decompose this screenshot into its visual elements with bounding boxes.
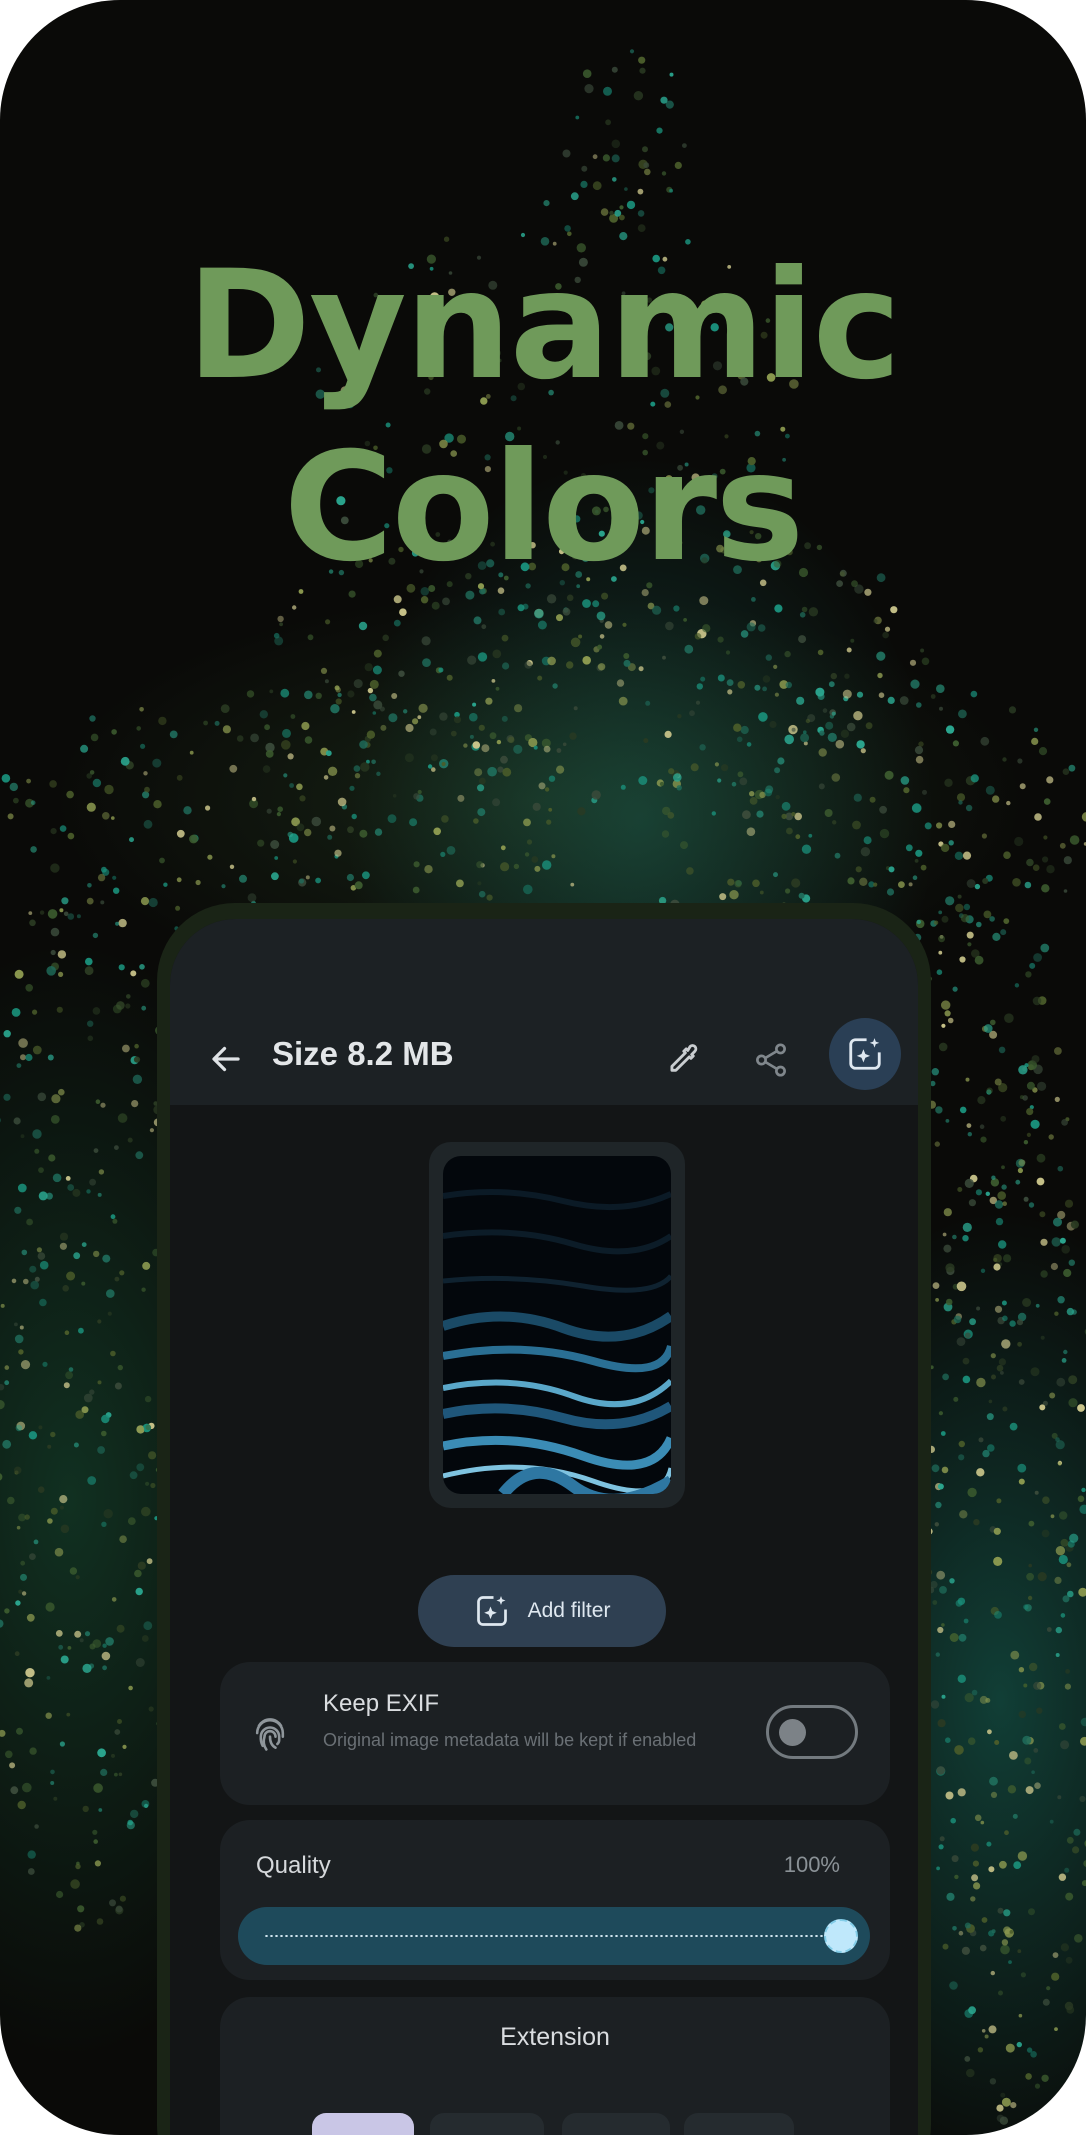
phone-frame: Size 8.2 MB Add filter Keep EXIF Origina… [157, 903, 931, 2135]
share-button[interactable] [742, 1031, 800, 1089]
toggle-knob [779, 1719, 806, 1746]
extension-option-chip[interactable] [312, 2113, 414, 2135]
extension-option-chip[interactable] [684, 2113, 794, 2135]
quality-slider[interactable] [238, 1907, 870, 1965]
add-filter-top-button[interactable] [829, 1018, 901, 1090]
promo-background: Dynamic Colors Size 8.2 MB Add filter Ke… [0, 0, 1086, 2135]
extension-option-chip[interactable] [562, 2113, 670, 2135]
keep-exif-title: Keep EXIF [323, 1690, 440, 1717]
share-icon [756, 1043, 786, 1077]
keep-exif-card[interactable]: Keep EXIF Original image metadata will b… [220, 1662, 890, 1805]
top-app-bar: Size 8.2 MB [170, 919, 918, 1105]
headline-line-1: Dynamic [186, 239, 902, 413]
fingerprint-icon [255, 1718, 285, 1751]
quality-value: 100% [783, 1852, 840, 1877]
quality-label: Quality [256, 1852, 331, 1879]
arrow-left-icon [212, 1046, 240, 1072]
keep-exif-subtitle: Original image metadata will be kept if … [323, 1730, 697, 1750]
extension-title: Extension [500, 2023, 610, 2051]
back-button[interactable] [198, 1031, 254, 1087]
add-filter-label: Add filter [527, 1599, 611, 1622]
keep-exif-toggle[interactable] [766, 1705, 858, 1759]
extension-card: Extension [220, 1997, 890, 2135]
add-filter-icon [476, 1596, 507, 1626]
slider-ticks [264, 1935, 844, 1937]
add-filter-icon [849, 1038, 881, 1070]
image-preview-frame [429, 1142, 685, 1508]
quality-slider-thumb[interactable] [824, 1919, 858, 1953]
page-title: Size 8.2 MB [272, 1035, 454, 1072]
color-picker-icon [670, 1044, 698, 1072]
preview-wave-image [443, 1156, 671, 1494]
app-screen: Size 8.2 MB Add filter Keep EXIF Origina… [170, 919, 918, 2135]
headline-line-2: Colors [283, 421, 805, 595]
color-picker-button[interactable] [654, 1031, 712, 1089]
extension-option-chip[interactable] [430, 2113, 544, 2135]
image-preview[interactable] [443, 1156, 671, 1494]
promo-headline: Dynamic Colors [0, 235, 1086, 599]
add-filter-button[interactable]: Add filter [418, 1575, 666, 1647]
quality-card: Quality 100% [220, 1820, 890, 1980]
